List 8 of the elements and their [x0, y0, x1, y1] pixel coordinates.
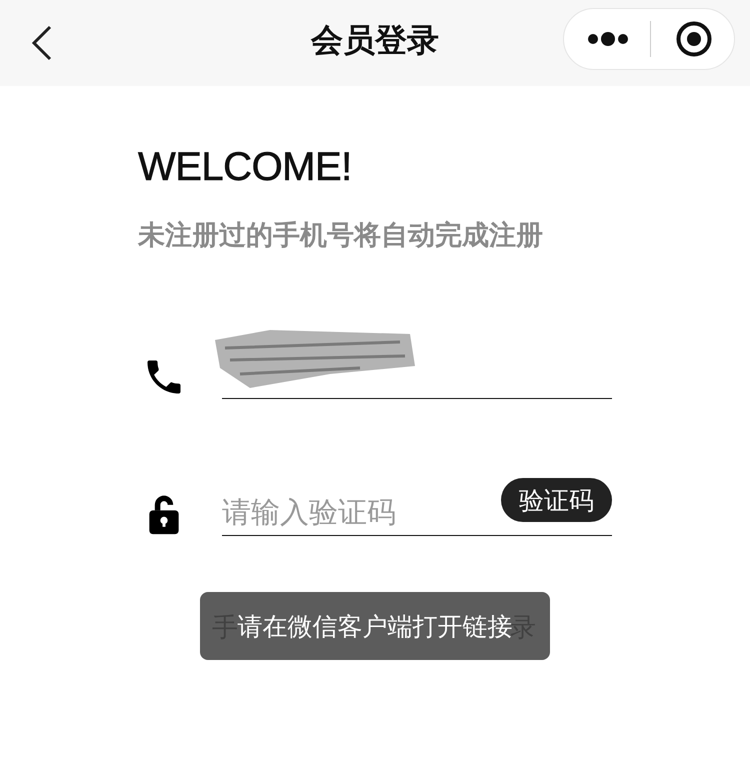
more-icon[interactable] — [588, 32, 628, 46]
back-icon[interactable] — [30, 25, 54, 61]
code-input-field[interactable]: 请输入验证码 验证码 — [222, 479, 612, 536]
welcome-heading: WELCOME! — [138, 144, 353, 190]
subtitle-text: 未注册过的手机号将自动完成注册 — [138, 219, 544, 253]
get-code-button[interactable]: 验证码 — [501, 478, 612, 522]
close-icon[interactable] — [676, 21, 712, 57]
page-title: 会员登录 — [311, 21, 439, 59]
